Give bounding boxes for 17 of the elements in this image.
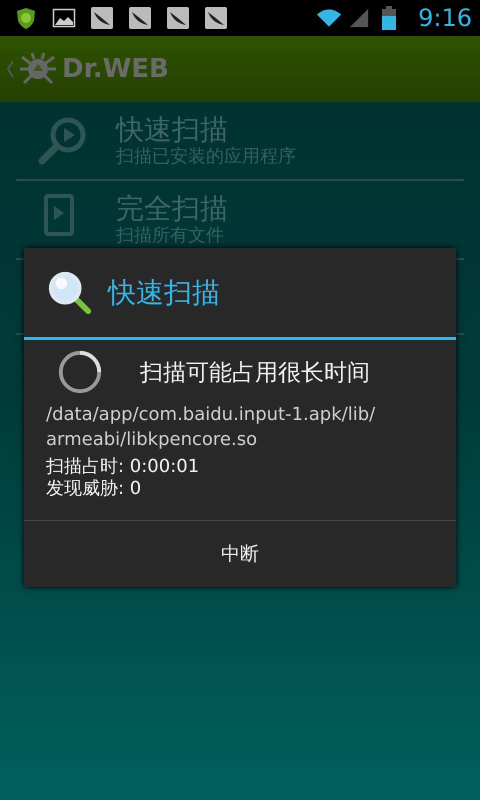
- elapsed-time: 扫描占时: 0:00:01: [46, 456, 200, 478]
- shield-icon: [14, 6, 38, 30]
- clock-time: 9:16: [418, 4, 472, 32]
- dialog-title: 快速扫描: [108, 274, 220, 310]
- battery-icon: [382, 6, 396, 30]
- option-title: 快速扫描: [116, 114, 229, 146]
- wifi-icon: [316, 7, 342, 29]
- dialog-message: 扫描可能占用很长时间: [140, 358, 370, 388]
- image-icon: [52, 6, 76, 30]
- threat-count: 发现威胁: 0: [46, 478, 142, 500]
- progress-spinner: [56, 348, 104, 396]
- up-button[interactable]: Dr.WEB: [0, 49, 169, 89]
- file-path: /data/app/com.baidu.input-1.apk/lib/armeabi/libkpencore.so: [46, 403, 376, 452]
- app-title: Dr.WEB: [62, 54, 169, 84]
- option-title: 完全扫描: [116, 192, 228, 224]
- back-icon: [6, 59, 14, 79]
- stop-button[interactable]: 中断: [24, 521, 456, 587]
